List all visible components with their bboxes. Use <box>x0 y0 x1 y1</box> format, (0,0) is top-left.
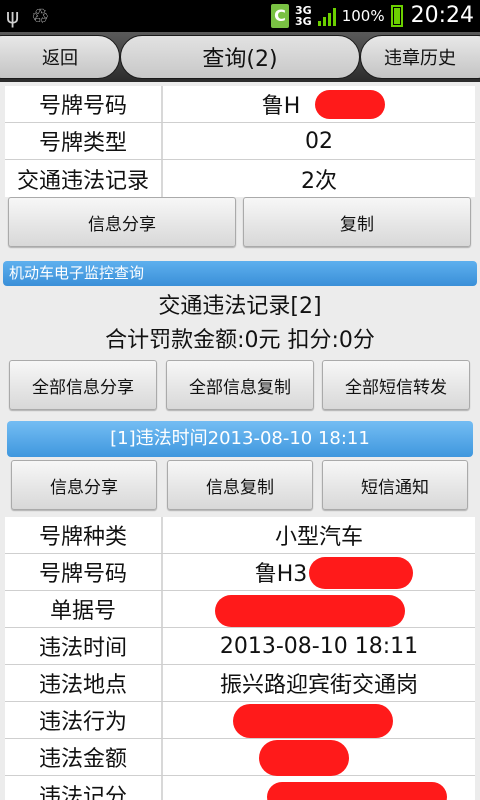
row-key: 违法行为 <box>5 702 163 738</box>
row-value <box>163 739 475 776</box>
table-row: 违法记分 <box>5 776 475 800</box>
row-value: 小型汽车 <box>163 517 475 553</box>
table-row: 号牌种类 小型汽车 <box>5 517 475 554</box>
table-row: 违法行为 <box>5 702 475 739</box>
fine-totals: 合计罚款金额:0元 扣分:0分 <box>105 328 375 353</box>
row-value: 2次 <box>163 160 475 197</box>
usb-icon: ψ <box>6 4 20 28</box>
row-value: 鲁H <box>163 86 475 122</box>
row-value: 鲁H3 <box>163 554 475 590</box>
title-bar: 返回 查询(2) 违章历史 <box>0 32 480 82</box>
row-key: 号牌号码 <box>5 86 163 122</box>
record-header: [1]违法时间2013-08-10 18:11 <box>7 421 473 457</box>
row-key: 违法时间 <box>5 628 163 664</box>
violation-summary: 交通违法记录[2] 合计罚款金额:0元 扣分:0分 <box>0 290 480 358</box>
copy-all-button[interactable]: 全部信息复制 <box>166 360 314 410</box>
row-value: 02 <box>163 123 475 159</box>
redaction-mark <box>267 782 447 800</box>
app-c-icon: C <box>271 3 290 28</box>
signal-icon <box>317 6 336 26</box>
row-value <box>163 591 475 627</box>
row-key: 号牌号码 <box>5 554 163 590</box>
row-key: 交通违法记录 <box>5 160 163 197</box>
redaction-mark <box>233 704 393 738</box>
vehicle-info-table: 号牌号码 鲁H 号牌类型 02 交通违法记录 2次 <box>5 86 475 197</box>
record-count: 交通违法记录[2] <box>158 294 322 319</box>
row-value <box>163 776 475 800</box>
info-share-button[interactable]: 信息分享 <box>8 197 236 247</box>
redaction-mark <box>315 90 385 119</box>
table-row: 号牌号码 鲁H <box>5 86 475 123</box>
table-row: 违法金额 <box>5 739 475 776</box>
table-row: 违法地点 振兴路迎宾街交通岗 <box>5 665 475 702</box>
record-copy-button[interactable]: 信息复制 <box>167 460 313 510</box>
redaction-mark <box>215 595 405 627</box>
row-value: 振兴路迎宾街交通岗 <box>163 665 475 701</box>
row-key: 违法金额 <box>5 739 163 775</box>
row-value: 2013-08-10 18:11 <box>163 628 475 664</box>
redaction-mark <box>259 740 349 776</box>
table-row: 违法时间 2013-08-10 18:11 <box>5 628 475 665</box>
page-title: 查询(2) <box>120 35 360 79</box>
back-button[interactable]: 返回 <box>0 35 120 79</box>
row-key: 违法地点 <box>5 665 163 701</box>
copy-button[interactable]: 复制 <box>243 197 471 247</box>
record-share-button[interactable]: 信息分享 <box>11 460 157 510</box>
table-row: 交通违法记录 2次 <box>5 160 475 197</box>
clock: 20:24 <box>410 3 474 28</box>
sms-all-button[interactable]: 全部短信转发 <box>322 360 470 410</box>
battery-percent: 100% <box>341 6 385 25</box>
share-all-button[interactable]: 全部信息分享 <box>9 360 157 410</box>
redaction-mark <box>309 557 413 589</box>
row-key: 号牌类型 <box>5 123 163 159</box>
record-detail-table: 号牌种类 小型汽车 号牌号码 鲁H3 单据号 违法时间 2013-08-10 1… <box>5 517 475 800</box>
table-row: 号牌号码 鲁H3 <box>5 554 475 591</box>
table-row: 单据号 <box>5 591 475 628</box>
network-type: 3G 3G <box>295 3 312 28</box>
section-header: 机动车电子监控查询 <box>3 261 477 286</box>
row-key: 单据号 <box>5 591 163 627</box>
row-key: 违法记分 <box>5 776 163 800</box>
recycle-icon: ♲ <box>31 4 50 28</box>
battery-icon <box>390 4 403 27</box>
record-sms-button[interactable]: 短信通知 <box>322 460 468 510</box>
row-value <box>163 702 475 738</box>
status-bar: ψ ♲ C 3G 3G 100% 20:24 <box>0 0 480 32</box>
table-row: 号牌类型 02 <box>5 123 475 160</box>
violation-history-button[interactable]: 违章历史 <box>360 35 480 79</box>
row-key: 号牌种类 <box>5 517 163 553</box>
